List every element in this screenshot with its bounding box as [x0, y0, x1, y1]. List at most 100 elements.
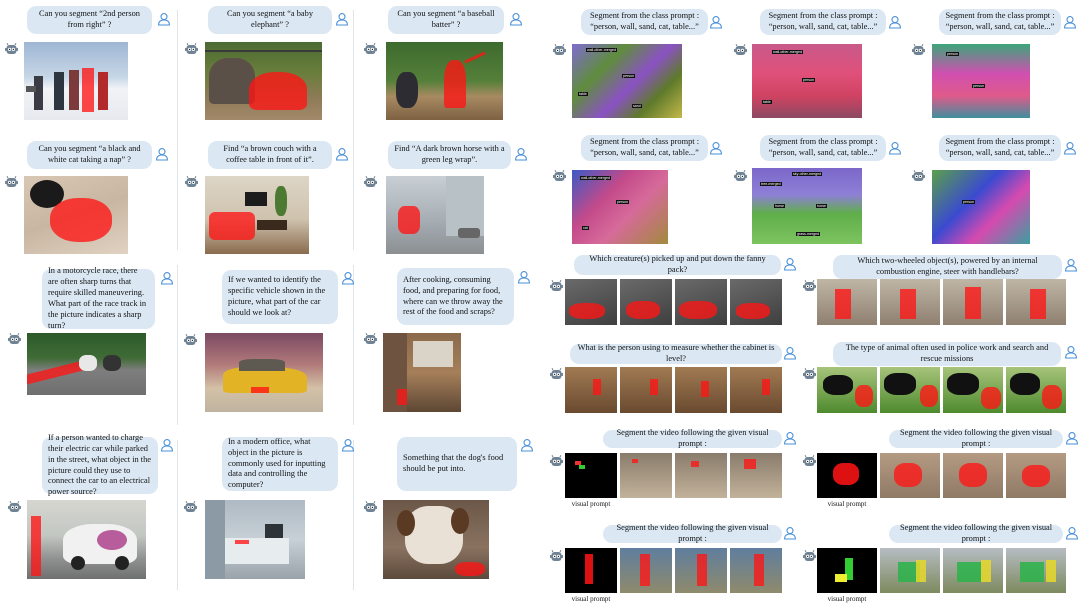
visual-prompt-mask: [565, 453, 617, 498]
prompt-bubble: Can you segment “a baby elephant” ?: [208, 6, 332, 34]
panoptic-result: wall-other-merged person cat: [572, 170, 668, 244]
panoptic-result: person person: [932, 44, 1030, 118]
robot-head-icon: [912, 170, 925, 182]
robot-head-icon: [8, 501, 21, 513]
robot-head-icon: [184, 334, 197, 346]
robot-head-icon: [734, 44, 747, 56]
result-image-cat: [24, 176, 128, 254]
user-icon: [888, 15, 902, 29]
robot-head-icon: [364, 176, 377, 188]
video-frame: [817, 279, 877, 325]
prompt-bubble: Can you segment “a baseball batter” ?: [388, 6, 504, 34]
prompt-bubble: In a modern office, what object in the p…: [222, 437, 338, 491]
robot-head-icon: [912, 44, 925, 56]
panoptic-result: wall-other-merged person table sand: [572, 44, 682, 118]
video-prompt-bubble: The type of animal often used in police …: [833, 342, 1061, 366]
robot-head-icon: [184, 501, 197, 513]
visual-prompt-caption: visual prompt: [827, 500, 867, 508]
video-frame: [1006, 279, 1066, 325]
prompt-bubble: Find “A dark brown horse with a green le…: [388, 141, 511, 169]
robot-head-icon: [550, 550, 563, 562]
user-icon: [155, 147, 169, 161]
video-frame: [1006, 548, 1066, 593]
video-frame: [675, 548, 727, 593]
video-frame: [943, 453, 1003, 498]
video-frame: [880, 453, 940, 498]
video-frame: [880, 548, 940, 593]
result-image-ev-charger: [27, 500, 146, 579]
user-icon: [335, 12, 349, 26]
class-prompt-bubble: Segment from the class prompt : “person,…: [939, 9, 1061, 35]
video-frame: [880, 367, 940, 413]
robot-head-icon: [364, 501, 377, 513]
result-image-motorcycle-race: [27, 333, 146, 395]
user-icon: [783, 526, 797, 540]
result-image-baseball: [386, 42, 503, 120]
prompt-bubble: Something that the dog's food should be …: [397, 437, 517, 491]
robot-head-icon: [5, 43, 18, 55]
user-icon: [514, 147, 528, 161]
robot-head-icon: [185, 176, 198, 188]
robot-head-icon: [8, 333, 21, 345]
video-frame: [1006, 453, 1066, 498]
visual-prompt-caption: visual prompt: [571, 500, 611, 508]
prompt-bubble: Find “a brown couch with a coffee table …: [208, 141, 332, 169]
user-icon: [335, 147, 349, 161]
user-icon: [160, 438, 174, 452]
class-prompt-bubble: Segment from the class prompt : “person,…: [760, 135, 886, 161]
video-prompt-bubble: Which two-wheeled object(s), powered by …: [833, 255, 1062, 279]
video-frame: [943, 548, 1003, 593]
visual-prompt-bubble: Segment the video following the given vi…: [889, 428, 1063, 448]
result-image-horse-street: [386, 176, 484, 254]
robot-head-icon: [553, 44, 566, 56]
prompt-bubble: After cooking, consuming food, and prepa…: [397, 268, 514, 325]
video-frame: [620, 548, 672, 593]
robot-head-icon: [550, 280, 563, 292]
visual-prompt-mask: [565, 548, 617, 593]
user-icon: [783, 346, 797, 360]
video-frame: [675, 367, 727, 413]
user-icon: [783, 257, 797, 271]
result-image-living-room: [205, 176, 309, 254]
divider: [353, 265, 354, 425]
result-image-elephant: [205, 42, 322, 120]
video-prompt-bubble: What is the person using to measure whet…: [570, 343, 782, 364]
video-frame: [1006, 367, 1066, 413]
class-prompt-bubble: Segment from the class prompt : “person,…: [939, 135, 1061, 161]
prompt-bubble: Can you segment “a black and white cat t…: [27, 141, 152, 169]
robot-head-icon: [803, 550, 816, 562]
robot-head-icon: [364, 43, 377, 55]
user-icon: [520, 438, 534, 452]
prompt-bubble: In a motorcycle race, there are often sh…: [42, 266, 155, 330]
visual-prompt-bubble: Segment the video following the given vi…: [889, 523, 1063, 543]
panoptic-result: person: [932, 170, 1030, 244]
visual-prompt-bubble: Segment the video following the given vi…: [603, 523, 782, 543]
robot-head-icon: [803, 280, 816, 292]
user-icon: [1065, 431, 1079, 445]
user-icon: [509, 12, 523, 26]
video-frame: [675, 453, 727, 498]
robot-head-icon: [734, 170, 747, 182]
panoptic-result: sky-other-merged tree-merged horse horse…: [752, 168, 862, 244]
class-prompt-bubble: Segment from the class prompt : “person,…: [581, 9, 708, 35]
user-icon: [709, 141, 723, 155]
video-frame: [675, 279, 727, 325]
user-icon: [783, 431, 797, 445]
video-frame: [565, 279, 617, 325]
visual-prompt-bubble: Segment the video following the given vi…: [603, 428, 782, 448]
robot-head-icon: [364, 333, 377, 345]
user-icon: [1064, 258, 1078, 272]
visual-prompt-mask: [817, 548, 877, 593]
video-frame: [730, 367, 782, 413]
panoptic-result: wall-other-merged person table: [752, 44, 862, 118]
user-icon: [1064, 345, 1078, 359]
user-icon: [1063, 141, 1077, 155]
video-frame: [943, 279, 1003, 325]
user-icon: [1063, 15, 1077, 29]
class-prompt-bubble: Segment from the class prompt : “person,…: [760, 9, 886, 35]
visual-prompt-caption: visual prompt: [827, 595, 867, 603]
video-frame: [817, 367, 877, 413]
result-image-yellow-car: [205, 333, 323, 412]
robot-head-icon: [550, 368, 563, 380]
robot-head-icon: [553, 170, 566, 182]
